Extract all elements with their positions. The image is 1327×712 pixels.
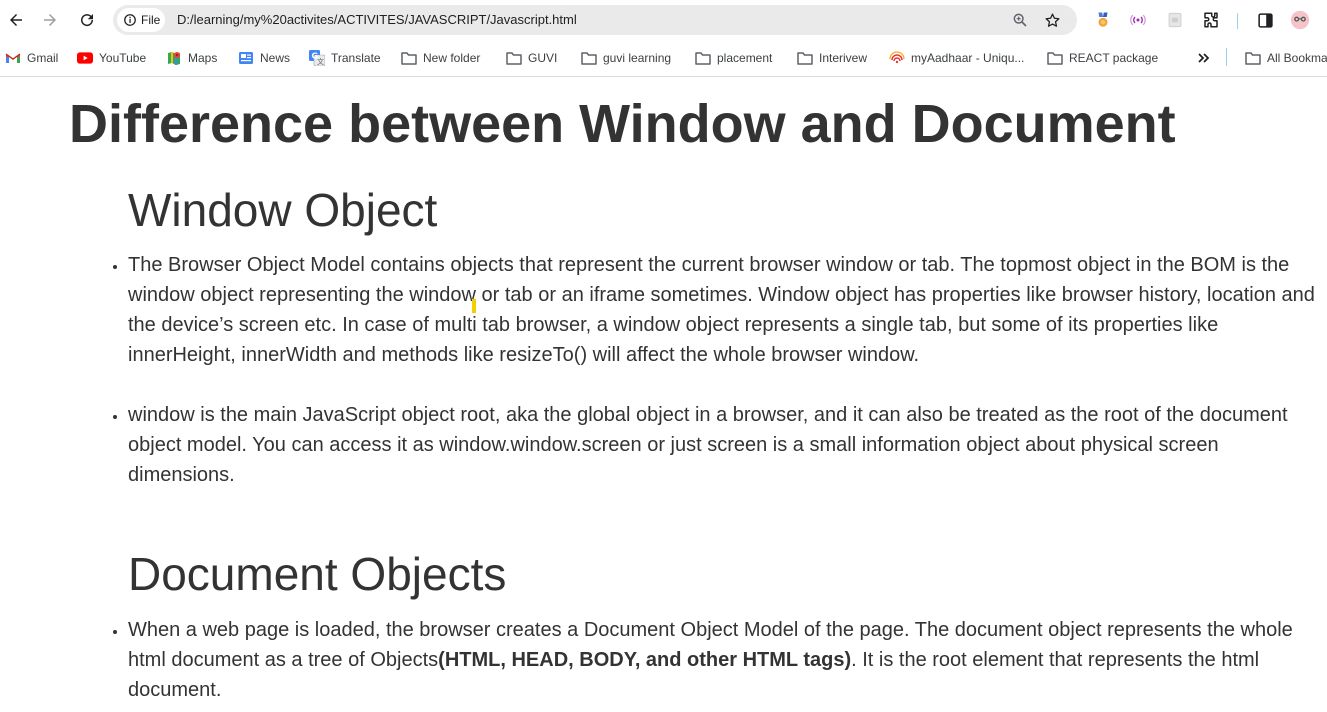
folder-icon (797, 50, 813, 66)
forward-arrow-icon[interactable] (39, 9, 61, 31)
list-item: When a web page is loaded, the browser c… (128, 615, 1327, 705)
translate-icon: G文 (309, 50, 325, 66)
bookmark-label: New folder (423, 51, 481, 65)
folder-icon (695, 50, 711, 66)
bookmark-myaadhaar[interactable]: myAadhaar - Uniqu... (889, 48, 1024, 68)
list-item-bold-text: (HTML, HEAD, BODY, and other HTML tags) (438, 649, 852, 671)
bookmark-label: YouTube (99, 51, 147, 65)
text-cursor (472, 299, 476, 313)
profile-avatar-icon[interactable] (1290, 10, 1310, 30)
page-title: Difference between Window and Document (69, 94, 1176, 154)
bookmark-label: placement (717, 51, 773, 65)
address-bar[interactable]: File D:/learning/my%20activites/ACTIVITE… (113, 5, 1077, 35)
bookmark-gmail[interactable]: Gmail (5, 48, 58, 68)
folder-icon (581, 50, 597, 66)
bookmark-guvi-learning[interactable]: guvi learning (581, 48, 671, 68)
page-content: Difference between Window and Document W… (0, 77, 1327, 712)
site-chip-label: File (141, 13, 161, 27)
bookmark-label: All Bookma (1267, 51, 1327, 65)
bookmarks-bar: Gmail YouTube Maps News G文 Translate New… (0, 40, 1327, 77)
zoom-icon[interactable] (1011, 11, 1029, 29)
aadhaar-icon (889, 50, 905, 66)
bookmark-interivew[interactable]: Interivew (797, 48, 867, 68)
reload-icon[interactable] (76, 9, 98, 31)
site-info-chip[interactable]: File (117, 8, 165, 32)
bookmarks-overflow-chevron-icon[interactable] (1197, 48, 1211, 68)
bookmark-news[interactable]: News (238, 48, 290, 68)
url-text[interactable]: D:/learning/my%20activites/ACTIVITES/JAV… (177, 12, 577, 27)
toolbar-divider (1237, 13, 1238, 29)
youtube-icon (77, 50, 93, 66)
bookmark-label: myAadhaar - Uniqu... (911, 51, 1025, 65)
bookmark-label: Interivew (819, 51, 868, 65)
bookmark-translate[interactable]: G文 Translate (309, 48, 381, 68)
medal-extension-icon[interactable] (1093, 10, 1113, 30)
list-item: window is the main JavaScript object roo… (128, 400, 1327, 490)
star-icon[interactable] (1043, 11, 1061, 29)
window-object-heading: Window Object (128, 184, 438, 236)
list-item: The Browser Object Model contains object… (128, 250, 1327, 370)
bookmark-label: GUVI (528, 51, 558, 65)
bookmark-label: Gmail (27, 51, 59, 65)
window-object-list: The Browser Object Model contains object… (90, 250, 1327, 490)
back-arrow-icon[interactable] (5, 9, 27, 31)
bookmark-react-package[interactable]: REACT package (1047, 48, 1158, 68)
side-panel-icon[interactable] (1255, 10, 1275, 30)
folder-icon (506, 50, 522, 66)
news-icon (238, 50, 254, 66)
bookmark-label: Translate (331, 51, 381, 65)
bookmark-all-bookmarks[interactable]: All Bookma (1245, 48, 1327, 68)
bookmark-label: guvi learning (603, 51, 672, 65)
maps-icon (166, 50, 182, 66)
svg-text:文: 文 (317, 57, 324, 66)
browser-toolbar: File D:/learning/my%20activites/ACTIVITE… (0, 0, 1327, 40)
bookmark-placement[interactable]: placement (695, 48, 772, 68)
bookmark-label: News (260, 51, 291, 65)
bookmark-guvi[interactable]: GUVI (506, 48, 557, 68)
folder-icon (401, 50, 417, 66)
bookmark-label: REACT package (1069, 51, 1159, 65)
folder-icon (1047, 50, 1063, 66)
bookmark-maps[interactable]: Maps (166, 48, 217, 68)
grey-extension-icon[interactable] (1165, 10, 1185, 30)
info-icon (124, 14, 136, 26)
bookmarks-divider (1226, 48, 1227, 66)
document-objects-list: When a web page is loaded, the browser c… (90, 615, 1327, 705)
gmail-icon (5, 50, 21, 66)
folder-icon (1245, 50, 1261, 66)
bookmark-youtube[interactable]: YouTube (77, 48, 146, 68)
puzzle-icon[interactable] (1201, 10, 1221, 30)
bookmark-label: Maps (188, 51, 218, 65)
document-objects-heading: Document Objects (128, 548, 507, 600)
bookmark-new-folder[interactable]: New folder (401, 48, 480, 68)
broadcast-extension-icon[interactable] (1128, 10, 1148, 30)
